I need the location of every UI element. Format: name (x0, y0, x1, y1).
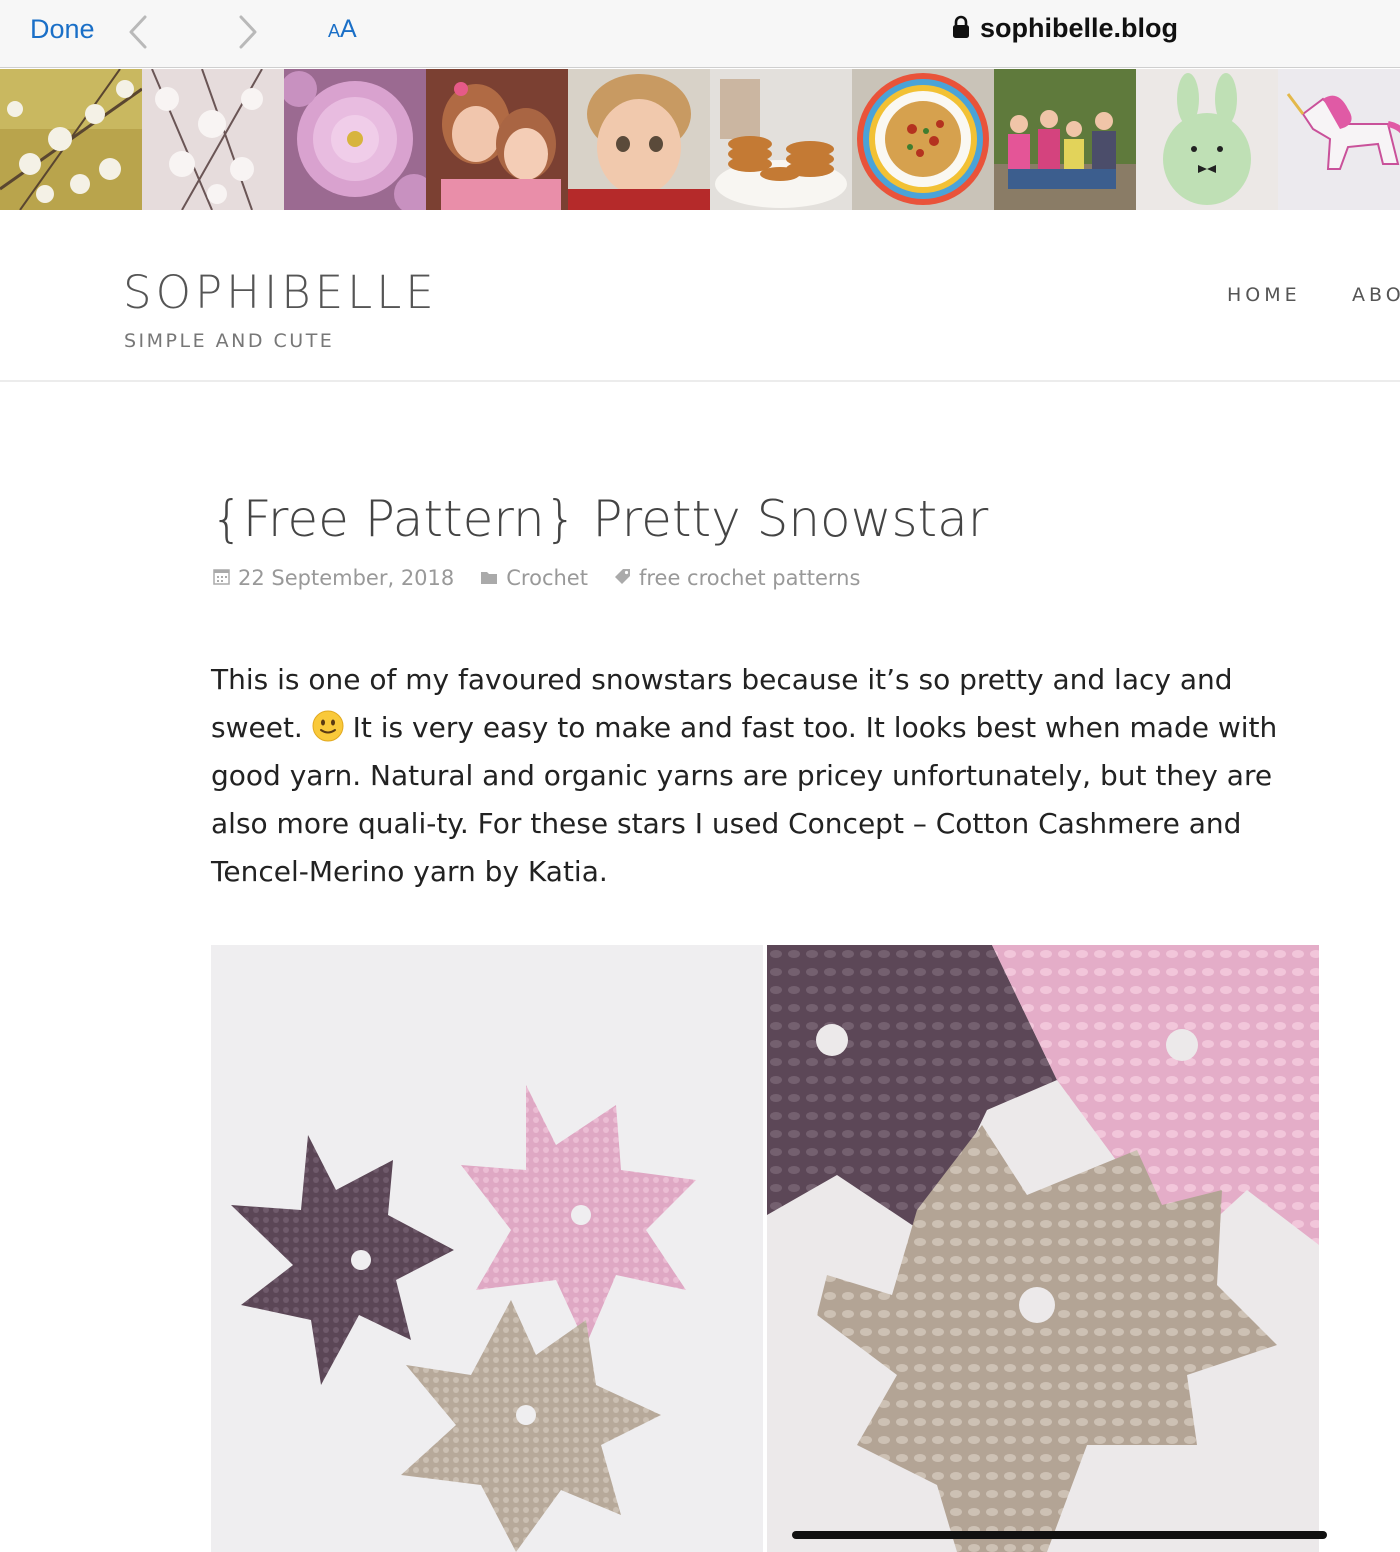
back-chevron-icon[interactable] (126, 14, 150, 50)
site-header: SOPHIBELLE SIMPLE AND CUTE HOME ABO (0, 210, 1400, 382)
post-paragraph: This is one of my favoured snowstars bec… (211, 656, 1326, 896)
header-photo-crochet-bunny (1136, 69, 1278, 210)
header-photo-pale-blossoms (142, 69, 284, 210)
header-photo-toddler (568, 69, 710, 210)
text-size-big-a: A (340, 15, 357, 43)
header-photo-blossom-branch (0, 69, 142, 210)
post-image-three-snowstars[interactable] (211, 945, 763, 1552)
header-photo-pink-flower (284, 69, 426, 210)
menu-item-about[interactable]: ABO (1352, 284, 1400, 306)
header-photo-unicorn-drawing (1278, 69, 1400, 210)
menu-item-home[interactable]: HOME (1227, 284, 1301, 306)
text-size-small-a: A (328, 21, 341, 41)
lock-icon (952, 15, 970, 43)
site-title[interactable]: SOPHIBELLE (123, 266, 438, 319)
post-tag: free crochet patterns (614, 566, 860, 590)
header-photo-strip (0, 69, 1400, 210)
post-image-snowstars-closeup[interactable] (767, 945, 1319, 1552)
post-category: Crochet (480, 566, 588, 590)
smiley-emoji-icon (312, 709, 344, 742)
browser-toolbar: Done AA sophibelle.blog (0, 0, 1400, 68)
home-indicator[interactable] (792, 1531, 1327, 1539)
forward-chevron-icon[interactable] (236, 14, 260, 50)
tag-icon (614, 566, 631, 590)
header-photo-two-girls (426, 69, 568, 210)
header-photo-family (994, 69, 1136, 210)
done-button[interactable]: Done (30, 14, 95, 45)
post-paragraph-text-2: It is very easy to make and fast too. It… (211, 711, 1278, 888)
header-photo-spaghetti (852, 69, 994, 210)
url-text: sophibelle.blog (980, 13, 1179, 43)
post-date-text: 22 September, 2018 (238, 566, 455, 590)
tag-link[interactable]: free crochet patterns (639, 566, 860, 590)
text-size-button[interactable]: AA (328, 15, 357, 44)
header-photo-pancakes (710, 69, 852, 210)
category-link[interactable]: Crochet (506, 566, 588, 590)
address-bar[interactable]: sophibelle.blog (952, 13, 1178, 44)
post-image-gallery (211, 945, 1319, 1552)
site-tagline: SIMPLE AND CUTE (124, 330, 335, 352)
post-meta: 22 September, 2018 Crochet free crochet … (213, 566, 886, 590)
calendar-icon (213, 566, 230, 590)
post-date: 22 September, 2018 (213, 566, 454, 590)
post-title: {Free Pattern} Pretty Snowstar (211, 490, 989, 548)
folder-icon (480, 566, 498, 590)
